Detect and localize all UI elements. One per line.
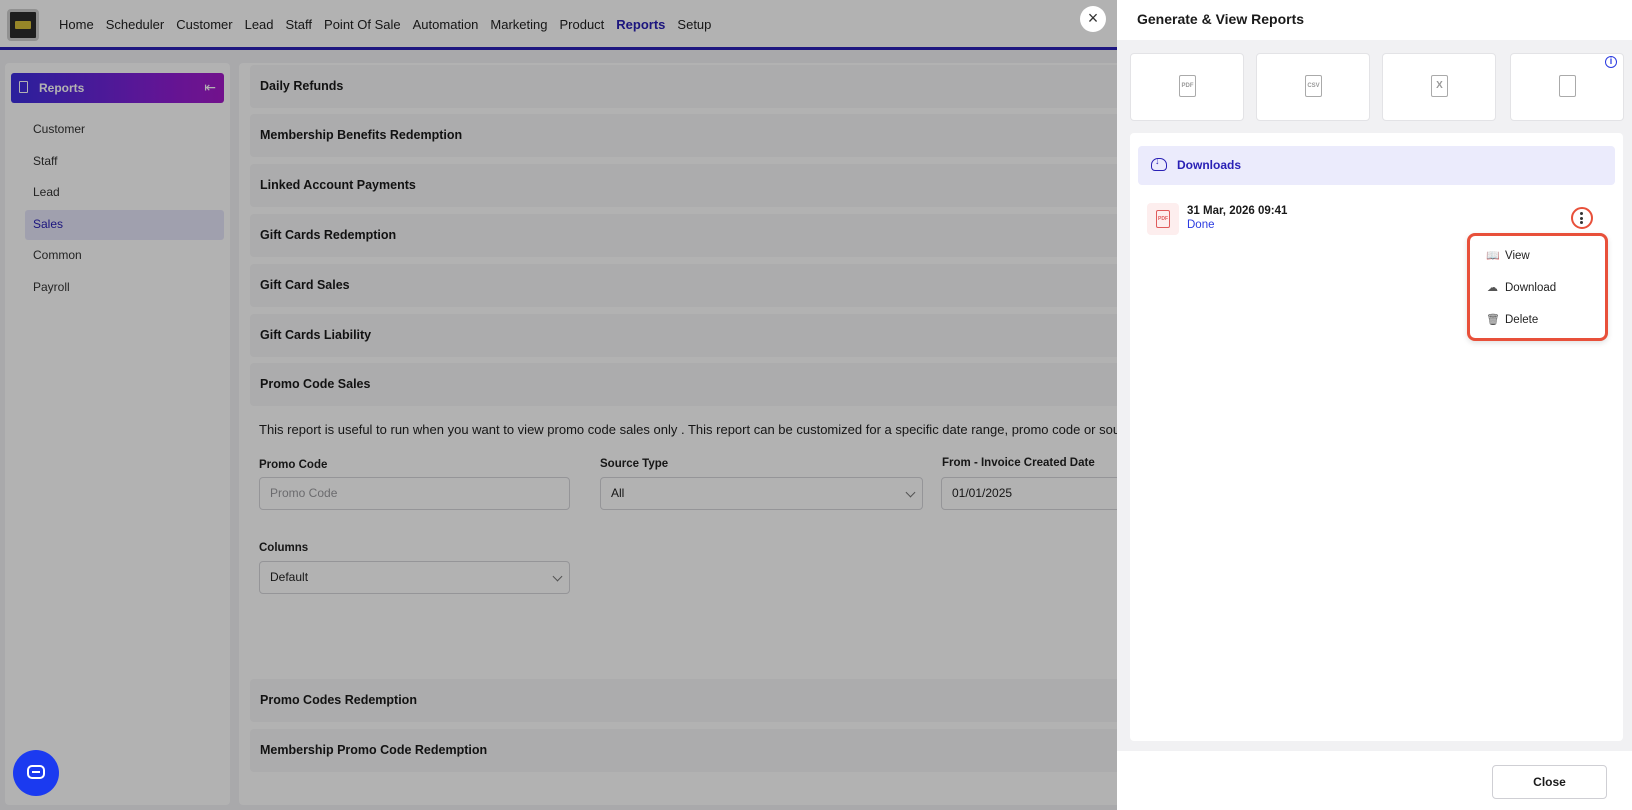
menu-item-label: Download — [1505, 282, 1557, 294]
format-excel-button[interactable]: X — [1382, 53, 1496, 121]
downloads-header[interactable]: Downloads — [1138, 146, 1615, 185]
drawer-title: Generate & View Reports — [1137, 11, 1305, 27]
generate-reports-drawer: Generate & View Reports PDF CSV X Downlo… — [1117, 0, 1632, 810]
report-status: Done — [1187, 219, 1215, 231]
downloads-panel: Downloads PDF 31 Mar, 2026 09:41 Done — [1130, 133, 1623, 741]
cloud-download-icon: ☁ — [1487, 282, 1498, 294]
trash-icon: 🗑 — [1486, 314, 1500, 326]
close-button[interactable]: Close — [1492, 765, 1607, 799]
menu-item-label: View — [1505, 250, 1530, 262]
book-icon: 📖 — [1486, 250, 1500, 262]
chat-bubble-icon — [27, 765, 45, 779]
format-pdf-button[interactable]: PDF — [1130, 53, 1244, 121]
kebab-menu-icon — [1580, 212, 1583, 226]
menu-item-label: Delete — [1505, 314, 1539, 326]
pdf-file-icon: PDF — [1179, 75, 1196, 97]
menu-item-view[interactable]: 📖 View — [1486, 244, 1530, 268]
downloads-label: Downloads — [1177, 158, 1242, 172]
info-icon[interactable]: i — [1605, 56, 1617, 68]
chat-support-button[interactable] — [13, 750, 59, 796]
cloud-download-icon — [1151, 156, 1167, 171]
report-file-thumbnail: PDF — [1147, 203, 1179, 235]
report-actions-menu: 📖 View ☁ Download 🗑 Delete — [1467, 233, 1608, 341]
drawer-header: Generate & View Reports — [1117, 0, 1632, 40]
drawer-footer: Close — [1117, 751, 1632, 810]
report-date: 31 Mar, 2026 09:41 — [1187, 205, 1288, 217]
pdf-file-icon: PDF — [1156, 210, 1170, 228]
excel-file-icon: X — [1431, 75, 1448, 97]
more-options-button[interactable] — [1571, 207, 1593, 229]
close-drawer-icon[interactable]: × — [1080, 6, 1106, 32]
csv-file-icon: CSV — [1305, 75, 1322, 97]
menu-item-download[interactable]: ☁ Download — [1486, 276, 1556, 300]
format-csv-button[interactable]: CSV — [1256, 53, 1370, 121]
contact-file-icon — [1559, 75, 1576, 97]
menu-item-delete[interactable]: 🗑 Delete — [1486, 308, 1538, 332]
